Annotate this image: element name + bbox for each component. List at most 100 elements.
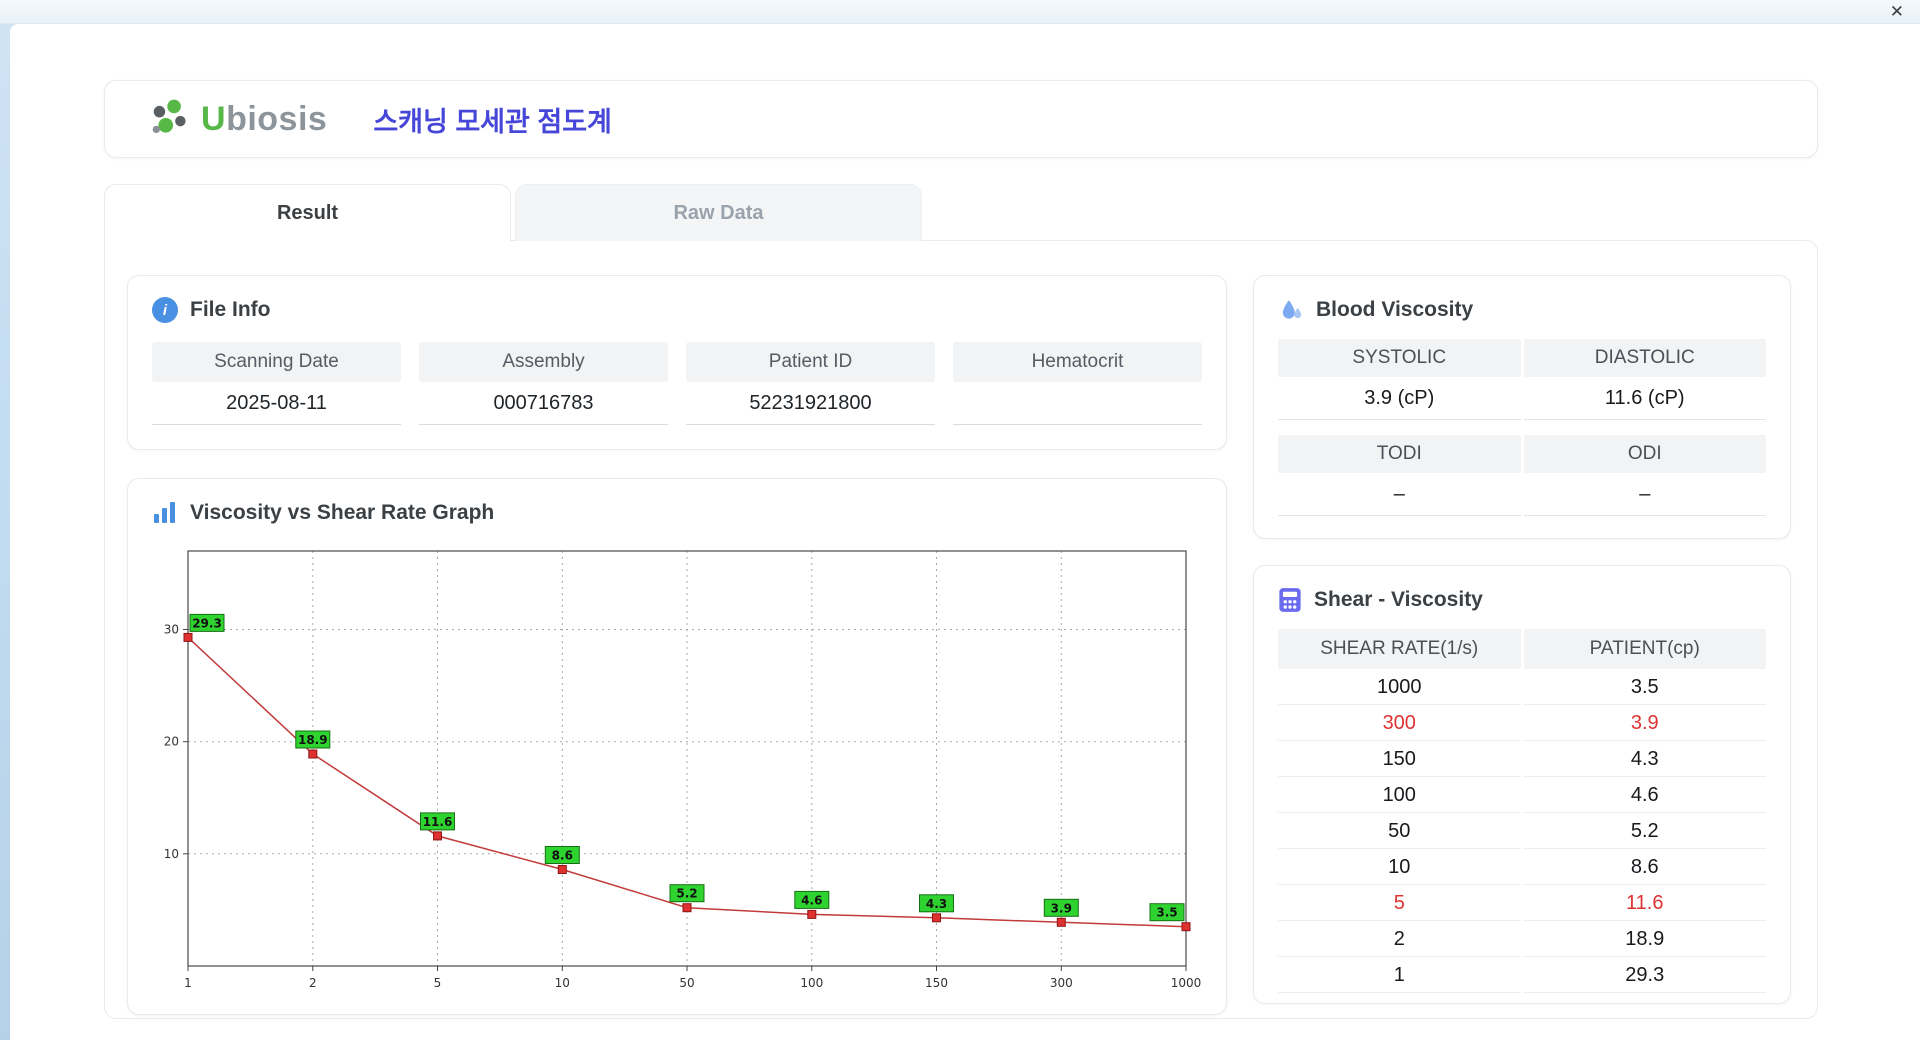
svg-text:20: 20 xyxy=(164,735,179,749)
field-assembly: Assembly 000716783 xyxy=(419,342,668,425)
file-info-title: File Info xyxy=(190,298,271,321)
field-scanning-date: Scanning Date 2025-08-11 xyxy=(152,342,401,425)
field-value xyxy=(953,382,1202,425)
patient-cell: 5.2 xyxy=(1523,813,1766,849)
page-title: 스캐닝 모세관 점도계 xyxy=(373,106,612,137)
svg-text:150: 150 xyxy=(925,976,948,990)
field-value: 000716783 xyxy=(419,382,668,425)
blood-viscosity-top-grid: SYSTOLIC DIASTOLIC 3.9 (cP) 11.6 (cP) xyxy=(1278,339,1766,420)
diastolic-value: 11.6 (cP) xyxy=(1523,377,1766,420)
blood-viscosity-card: Blood Viscosity SYSTOLIC DIASTOLIC 3.9 (… xyxy=(1253,275,1791,539)
shear-rate-cell: 1000 xyxy=(1278,669,1521,705)
tab-raw-data-label: Raw Data xyxy=(673,201,764,224)
odi-header: ODI xyxy=(1523,435,1766,473)
table-row: 1 29.3 xyxy=(1278,957,1766,993)
calculator-icon xyxy=(1279,588,1301,612)
shear-rate-cell: 5 xyxy=(1278,885,1521,921)
close-button[interactable]: ✕ xyxy=(1890,1,1904,23)
shear-rate-cell: 100 xyxy=(1278,777,1521,813)
shear-rate-cell: 150 xyxy=(1278,741,1521,777)
ubiosis-logo-icon xyxy=(152,99,186,134)
field-label: Assembly xyxy=(419,342,668,382)
svg-text:2: 2 xyxy=(309,976,317,990)
table-row: 2 18.9 xyxy=(1278,921,1766,957)
patient-column-header: PATIENT(cp) xyxy=(1523,629,1766,669)
file-info-card: i File Info Scanning Date 2025-08-11 Ass… xyxy=(127,275,1227,450)
patient-cell: 18.9 xyxy=(1523,921,1766,957)
shear-viscosity-title: Shear - Viscosity xyxy=(1314,588,1483,611)
patient-cell: 29.3 xyxy=(1523,957,1766,993)
table-row: 5 11.6 xyxy=(1278,885,1766,921)
left-column: i File Info Scanning Date 2025-08-11 Ass… xyxy=(127,275,1227,1015)
svg-text:5.2: 5.2 xyxy=(676,887,697,901)
shear-table-body: 1000 3.5 300 3.9 150 4.3 100 4.6 50 5.2 10 8.6 5 11.6… xyxy=(1278,669,1766,993)
app-window: Ubiosis 스캐닝 모세관 점도계 Result Raw Data i Fi… xyxy=(10,24,1920,1040)
svg-text:100: 100 xyxy=(800,976,823,990)
svg-text:50: 50 xyxy=(679,976,694,990)
svg-text:11.6: 11.6 xyxy=(423,815,453,829)
blood-viscosity-bottom-grid: TODI ODI – – xyxy=(1278,435,1766,516)
tab-result[interactable]: Result xyxy=(104,184,511,241)
tab-bar: Result Raw Data xyxy=(104,184,1818,241)
field-value: 52231921800 xyxy=(686,382,935,425)
shear-viscosity-table: SHEAR RATE(1/s) PATIENT(cp) 1000 3.5 300 3.… xyxy=(1278,629,1766,993)
table-row: 300 3.9 xyxy=(1278,705,1766,741)
todi-value: – xyxy=(1278,473,1521,516)
field-patient-id: Patient ID 52231921800 xyxy=(686,342,935,425)
svg-text:10: 10 xyxy=(555,976,570,990)
patient-cell: 3.9 xyxy=(1523,705,1766,741)
file-info-header: i File Info xyxy=(152,296,1202,324)
table-row: 10 8.6 xyxy=(1278,849,1766,885)
svg-text:1000: 1000 xyxy=(1171,976,1202,990)
systolic-header: SYSTOLIC xyxy=(1278,339,1521,377)
app-header: Ubiosis 스캐닝 모세관 점도계 xyxy=(104,80,1818,158)
brand-letter-u: U xyxy=(201,99,227,138)
info-icon: i xyxy=(152,297,178,323)
chart-area: 10 20 30 1 2 5 10 50 100 150 300 1000 29.3 18.9 11.6 8.… xyxy=(152,539,1202,994)
tab-result-label: Result xyxy=(276,201,339,224)
shear-rate-cell: 10 xyxy=(1278,849,1521,885)
shear-rate-column-header: SHEAR RATE(1/s) xyxy=(1278,629,1521,669)
svg-text:3.5: 3.5 xyxy=(1156,906,1177,920)
graph-card: Viscosity vs Shear Rate Graph 10 20 30 1 2 5 1… xyxy=(127,478,1227,1015)
patient-cell: 4.6 xyxy=(1523,777,1766,813)
droplet-icon xyxy=(1282,300,1302,319)
field-value: 2025-08-11 xyxy=(152,382,401,425)
patient-cell: 8.6 xyxy=(1523,849,1766,885)
tab-raw-data[interactable]: Raw Data xyxy=(515,184,922,241)
table-row: 50 5.2 xyxy=(1278,813,1766,849)
shear-viscosity-card: Shear - Viscosity SHEAR RATE(1/s) PATIEN… xyxy=(1253,565,1791,1004)
todi-header: TODI xyxy=(1278,435,1521,473)
svg-text:29.3: 29.3 xyxy=(192,616,222,630)
shear-viscosity-header: Shear - Viscosity xyxy=(1278,586,1766,614)
bar-chart-icon xyxy=(154,502,175,523)
svg-text:5: 5 xyxy=(434,976,442,990)
svg-text:3.9: 3.9 xyxy=(1051,901,1072,915)
shear-rate-cell: 1 xyxy=(1278,957,1521,993)
graph-title: Viscosity vs Shear Rate Graph xyxy=(190,501,495,524)
blood-viscosity-header: Blood Viscosity xyxy=(1278,296,1766,324)
right-column: Blood Viscosity SYSTOLIC DIASTOLIC 3.9 (… xyxy=(1253,275,1791,1004)
page: Ubiosis 스캐닝 모세관 점도계 Result Raw Data i Fi… xyxy=(10,24,1920,1019)
svg-text:10: 10 xyxy=(164,847,179,861)
file-info-fields: Scanning Date 2025-08-11 Assembly 000716… xyxy=(152,342,1202,425)
table-row: 1000 3.5 xyxy=(1278,669,1766,705)
viscosity-chart: 10 20 30 1 2 5 10 50 100 150 300 1000 29.3 18.9 11.6 8.… xyxy=(164,550,1202,990)
blood-viscosity-title: Blood Viscosity xyxy=(1316,298,1474,321)
svg-text:1: 1 xyxy=(184,976,192,990)
shear-rate-cell: 2 xyxy=(1278,921,1521,957)
svg-text:30: 30 xyxy=(164,623,179,637)
field-label: Scanning Date xyxy=(152,342,401,382)
brand-rest: biosis xyxy=(226,99,328,138)
patient-cell: 11.6 xyxy=(1523,885,1766,921)
field-hematocrit: Hematocrit xyxy=(953,342,1202,425)
svg-text:4.6: 4.6 xyxy=(801,893,822,907)
shear-rate-cell: 50 xyxy=(1278,813,1521,849)
svg-text:4.3: 4.3 xyxy=(926,897,947,911)
ubiosis-logo: Ubiosis xyxy=(149,98,327,140)
window-titlebar: ✕ xyxy=(0,0,1920,24)
result-panel: i File Info Scanning Date 2025-08-11 Ass… xyxy=(104,240,1818,1019)
field-label: Patient ID xyxy=(686,342,935,382)
odi-value: – xyxy=(1523,473,1766,516)
systolic-value: 3.9 (cP) xyxy=(1278,377,1521,420)
